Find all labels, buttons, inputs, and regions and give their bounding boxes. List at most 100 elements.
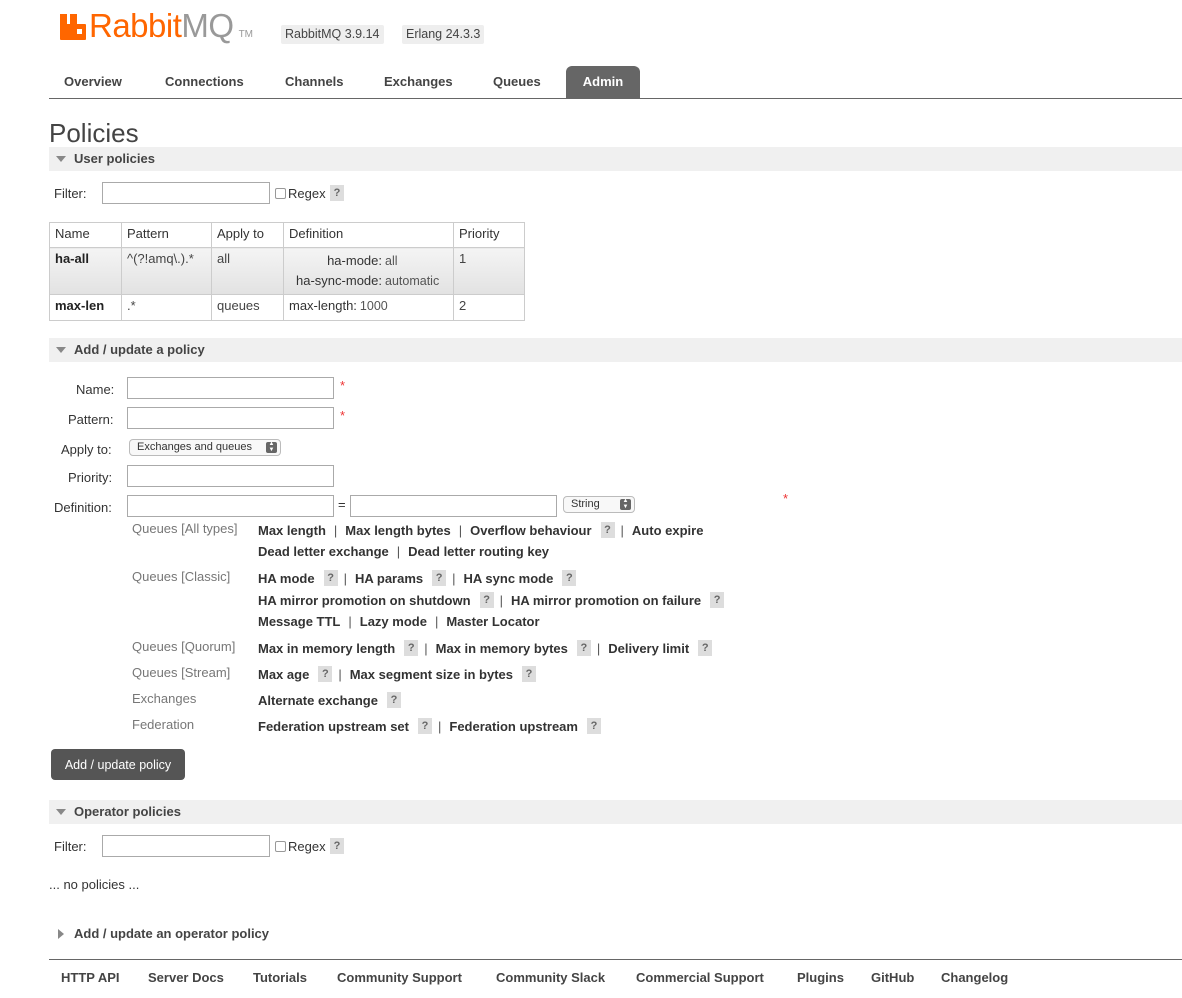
key-link-overflow-behaviour[interactable]: Overflow behaviour <box>470 523 591 538</box>
table-row[interactable]: ha-all ^(?!amq\.).* all ha-mode: all ha-s… <box>49 247 525 295</box>
user-policies-toggle[interactable]: User policies <box>49 147 1182 171</box>
definition-key-input[interactable] <box>127 495 334 517</box>
name-label: Name: <box>76 382 115 397</box>
policy-name-link[interactable]: max-len <box>49 294 122 321</box>
footer-link-tutorials[interactable]: Tutorials <box>253 970 307 985</box>
filter-label: Filter: <box>54 186 87 201</box>
policy-priority: 1 <box>453 247 525 295</box>
help-icon[interactable]: ? <box>576 640 591 656</box>
user-policies-filter-input[interactable] <box>102 182 270 204</box>
footer-link-changelog[interactable]: Changelog <box>941 970 1008 985</box>
definition-key: ha-mode: <box>327 253 382 268</box>
erlang-version-badge: Erlang 24.3.3 <box>402 25 485 44</box>
key-link-max-length-bytes[interactable]: Max length bytes <box>345 523 450 538</box>
apply-to-select[interactable]: Exchanges and queues ▲ ▼ <box>129 439 281 456</box>
help-icon[interactable]: ? <box>586 718 601 734</box>
key-link-message-ttl[interactable]: Message TTL <box>258 614 340 629</box>
collapse-triangle-icon <box>56 809 66 815</box>
key-link-dead-letter-routing-key[interactable]: Dead letter routing key <box>408 544 549 559</box>
table-row[interactable]: max-len .* queues max-length: 1000 2 <box>49 294 525 321</box>
user-policies-table: Name Pattern Apply to Definition Priorit… <box>49 222 525 321</box>
apply-to-selected-value: Exchanges and queues <box>137 441 252 453</box>
footer-link-server-docs[interactable]: Server Docs <box>148 970 224 985</box>
key-link-ha-mode[interactable]: HA mode <box>258 571 315 586</box>
definition-value-input[interactable] <box>350 495 557 517</box>
footer-link-github[interactable]: GitHub <box>871 970 914 985</box>
key-link-max-in-memory-length[interactable]: Max in memory length <box>258 641 395 656</box>
policy-name-input[interactable] <box>127 377 334 399</box>
section-label: Add / update an operator policy <box>74 926 270 941</box>
collapse-triangle-icon <box>56 347 66 353</box>
definition-type-select[interactable]: String ▲ ▼ <box>563 496 635 513</box>
key-link-max-age[interactable]: Max age <box>258 667 309 682</box>
help-icon[interactable]: ? <box>318 666 333 682</box>
collapse-triangle-icon <box>56 156 66 162</box>
regex-help-icon[interactable]: ? <box>330 838 344 854</box>
help-icon[interactable]: ? <box>479 592 494 608</box>
footer-link-plugins[interactable]: Plugins <box>797 970 844 985</box>
key-link-federation-upstream[interactable]: Federation upstream <box>449 719 578 734</box>
policy-priority-input[interactable] <box>127 465 334 487</box>
tab-connections[interactable]: Connections <box>165 66 244 98</box>
help-icon[interactable]: ? <box>386 692 401 708</box>
main-nav-tabs: Overview Connections Channels Exchanges … <box>49 66 1182 99</box>
footer-link-community-slack[interactable]: Community Slack <box>496 970 605 985</box>
col-header-name[interactable]: Name <box>49 222 122 248</box>
operator-policies-regex-checkbox[interactable] <box>275 841 286 852</box>
definition-value: 1000 <box>359 299 388 313</box>
help-icon[interactable]: ? <box>323 570 338 586</box>
col-header-pattern[interactable]: Pattern <box>121 222 212 248</box>
add-operator-policy-toggle[interactable]: Add / update an operator policy <box>49 922 1182 946</box>
policy-pattern-input[interactable] <box>127 407 334 429</box>
help-icon[interactable]: ? <box>600 522 615 538</box>
col-header-definition[interactable]: Definition <box>283 222 454 248</box>
col-header-apply-to[interactable]: Apply to <box>211 222 284 248</box>
key-link-lazy-mode[interactable]: Lazy mode <box>360 614 427 629</box>
key-link-ha-promotion-shutdown[interactable]: HA mirror promotion on shutdown <box>258 593 471 608</box>
add-update-policy-button[interactable]: Add / update policy <box>51 749 185 780</box>
key-link-delivery-limit[interactable]: Delivery limit <box>608 641 689 656</box>
policy-name-link[interactable]: ha-all <box>49 247 122 295</box>
key-link-max-segment-size[interactable]: Max segment size in bytes <box>350 667 513 682</box>
help-icon[interactable]: ? <box>562 570 577 586</box>
key-link-federation-upstream-set[interactable]: Federation upstream set <box>258 719 409 734</box>
tab-channels[interactable]: Channels <box>285 66 344 98</box>
rabbit-logo-icon <box>60 14 86 40</box>
help-icon[interactable]: ? <box>404 640 419 656</box>
tab-admin[interactable]: Admin <box>566 66 640 98</box>
key-category-label: Queues [All types] <box>132 521 238 536</box>
footer-link-http-api[interactable]: HTTP API <box>61 970 120 985</box>
operator-policies-toggle[interactable]: Operator policies <box>49 800 1182 824</box>
key-link-max-in-memory-bytes[interactable]: Max in memory bytes <box>436 641 568 656</box>
definition-key: max-length: <box>289 298 357 313</box>
footer-link-commercial-support[interactable]: Commercial Support <box>636 970 764 985</box>
key-category-label: Queues [Stream] <box>132 665 231 680</box>
help-icon[interactable]: ? <box>698 640 713 656</box>
help-icon[interactable]: ? <box>418 718 432 734</box>
tab-queues[interactable]: Queues <box>493 66 541 98</box>
help-icon[interactable]: ? <box>521 666 536 682</box>
tab-overview[interactable]: Overview <box>64 66 122 98</box>
key-category-label: Exchanges <box>132 691 197 706</box>
key-link-ha-promotion-failure[interactable]: HA mirror promotion on failure <box>511 593 701 608</box>
key-link-max-length[interactable]: Max length <box>258 523 326 538</box>
definition-label: Definition: <box>54 500 112 515</box>
key-link-alternate-exchange[interactable]: Alternate exchange <box>258 693 378 708</box>
add-policy-toggle[interactable]: Add / update a policy <box>49 338 1182 362</box>
policy-definition: max-length: 1000 <box>283 294 454 321</box>
footer-link-community-support[interactable]: Community Support <box>337 970 462 985</box>
col-header-priority[interactable]: Priority <box>453 222 525 248</box>
key-link-master-locator[interactable]: Master Locator <box>446 614 539 629</box>
section-label: User policies <box>74 151 155 166</box>
key-link-auto-expire[interactable]: Auto expire <box>632 523 704 538</box>
key-link-ha-sync-mode[interactable]: HA sync mode <box>464 571 554 586</box>
operator-policies-filter-input[interactable] <box>102 835 270 857</box>
help-icon[interactable]: ? <box>710 592 725 608</box>
help-icon[interactable]: ? <box>432 570 447 586</box>
key-link-dead-letter-exchange[interactable]: Dead letter exchange <box>258 544 389 559</box>
user-policies-regex-checkbox[interactable] <box>275 188 286 199</box>
tab-exchanges[interactable]: Exchanges <box>384 66 453 98</box>
key-link-ha-params[interactable]: HA params <box>355 571 423 586</box>
regex-help-icon[interactable]: ? <box>330 185 344 201</box>
required-marker: * <box>340 408 346 423</box>
